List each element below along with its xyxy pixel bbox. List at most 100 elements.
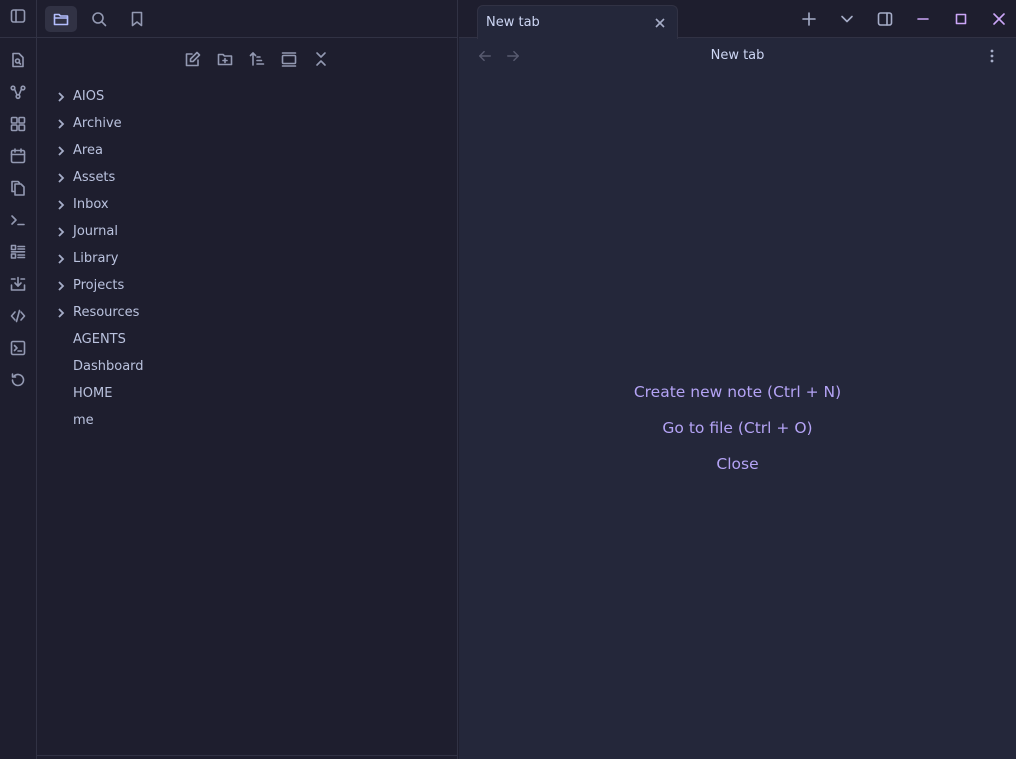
- tab-search[interactable]: [83, 6, 115, 32]
- canvas-icon: [10, 116, 26, 132]
- auto-reveal-button[interactable]: [277, 47, 301, 71]
- auto-reveal-icon: [281, 52, 297, 67]
- file-label: AGENTS: [73, 332, 126, 347]
- folder-label: Inbox: [73, 197, 109, 212]
- file-explorer-sidebar: AIOS Archive Area Assets Inbox Journal L…: [37, 0, 458, 759]
- file-tree: AIOS Archive Area Assets Inbox Journal L…: [37, 80, 457, 434]
- tab-bar: New tab: [459, 0, 1016, 39]
- minimize-button[interactable]: [906, 0, 940, 38]
- new-tab-button[interactable]: [792, 0, 826, 38]
- create-new-note-link[interactable]: Create new note (Ctrl + N): [634, 380, 841, 416]
- tab-bookmarks[interactable]: [121, 6, 153, 32]
- close-icon[interactable]: [653, 16, 667, 30]
- sort-icon: [249, 52, 265, 66]
- collapse-all-button[interactable]: [309, 47, 333, 71]
- file-explorer-actions: [37, 38, 457, 80]
- close-window-button[interactable]: [982, 0, 1016, 38]
- folder-item-aios[interactable]: AIOS: [37, 83, 457, 110]
- ribbon-top: [0, 0, 36, 38]
- collapse-all-icon: [316, 52, 326, 66]
- folder-item-area[interactable]: Area: [37, 137, 457, 164]
- folder-label: AIOS: [73, 89, 105, 104]
- console-icon: [10, 340, 26, 356]
- code-icon: [10, 309, 26, 323]
- maximize-button[interactable]: [944, 0, 978, 38]
- minimize-icon: [917, 18, 929, 20]
- chevron-right-icon: [58, 307, 65, 318]
- ribbon-graph-view-button[interactable]: [5, 79, 31, 105]
- ribbon-import-button[interactable]: [5, 271, 31, 297]
- folder-item-assets[interactable]: Assets: [37, 164, 457, 191]
- folder-label: Assets: [73, 170, 116, 185]
- close-icon: [993, 13, 1005, 25]
- close-tab-link[interactable]: Close: [716, 452, 758, 488]
- main-workspace: New tab New tab Create new note (Ctrl + …: [459, 0, 1016, 759]
- view-title: New tab: [710, 48, 765, 63]
- ribbon-list-button[interactable]: [5, 239, 31, 265]
- ribbon-command-button[interactable]: [5, 207, 31, 233]
- folder-item-journal[interactable]: Journal: [37, 218, 457, 245]
- bookmark-icon: [131, 11, 143, 26]
- tab-file-explorer[interactable]: [45, 5, 77, 32]
- file-item-agents[interactable]: AGENTS: [37, 326, 457, 353]
- sidebar-right-icon: [877, 12, 893, 26]
- more-options-button[interactable]: [984, 48, 1000, 64]
- history-icon: [11, 373, 25, 387]
- toggle-right-sidebar-button[interactable]: [868, 0, 902, 38]
- chevron-right-icon: [58, 226, 65, 237]
- terminal-prompt-icon: [11, 215, 25, 226]
- ribbon-copy-files-button[interactable]: [5, 175, 31, 201]
- folder-item-archive[interactable]: Archive: [37, 110, 457, 137]
- app-window: AIOS Archive Area Assets Inbox Journal L…: [0, 0, 1016, 759]
- sort-button[interactable]: [245, 47, 269, 71]
- chevron-down-icon: [841, 15, 853, 23]
- file-item-home[interactable]: HOME: [37, 380, 457, 407]
- sidebar-tab-header: [37, 0, 457, 38]
- plus-icon: [802, 12, 816, 26]
- graph-view-icon: [10, 85, 26, 100]
- new-folder-icon: [217, 53, 233, 66]
- view-header: New tab: [459, 38, 1016, 74]
- tab-list-button[interactable]: [830, 0, 864, 38]
- ribbon-history-button[interactable]: [5, 367, 31, 393]
- ribbon: [0, 0, 37, 759]
- chevron-right-icon: [58, 145, 65, 156]
- folder-item-library[interactable]: Library: [37, 245, 457, 272]
- more-vertical-icon: [990, 49, 994, 63]
- ribbon-calendar-button[interactable]: [5, 143, 31, 169]
- new-note-button[interactable]: [181, 47, 205, 71]
- folder-label: Library: [73, 251, 119, 266]
- folder-label: Area: [73, 143, 103, 158]
- tab-new-tab[interactable]: New tab: [477, 5, 678, 39]
- chevron-right-icon: [58, 118, 65, 129]
- folder-item-resources[interactable]: Resources: [37, 299, 457, 326]
- chevron-right-icon: [58, 280, 65, 291]
- ribbon-actions: [0, 38, 36, 399]
- tab-label: New tab: [486, 15, 540, 30]
- folder-item-projects[interactable]: Projects: [37, 272, 457, 299]
- copy-files-icon: [11, 180, 25, 196]
- new-folder-button[interactable]: [213, 47, 237, 71]
- file-label: Dashboard: [73, 359, 144, 374]
- file-item-me[interactable]: me: [37, 407, 457, 434]
- ribbon-canvas-button[interactable]: [5, 111, 31, 137]
- file-label: me: [73, 413, 94, 428]
- chevron-right-icon: [58, 253, 65, 264]
- toggle-sidebar-button[interactable]: [5, 3, 31, 29]
- folder-label: Journal: [73, 224, 118, 239]
- file-search-icon: [12, 52, 24, 68]
- search-icon: [92, 11, 107, 26]
- list-view-icon: [10, 244, 26, 259]
- ribbon-code-button[interactable]: [5, 303, 31, 329]
- file-item-dashboard[interactable]: Dashboard: [37, 353, 457, 380]
- maximize-icon: [955, 13, 967, 25]
- folder-item-inbox[interactable]: Inbox: [37, 191, 457, 218]
- folder-label: Resources: [73, 305, 140, 320]
- chevron-right-icon: [58, 172, 65, 183]
- window-controls: [788, 0, 1016, 38]
- folder-icon: [53, 13, 69, 25]
- file-label: HOME: [73, 386, 113, 401]
- go-to-file-link[interactable]: Go to file (Ctrl + O): [662, 416, 812, 452]
- ribbon-console-button[interactable]: [5, 335, 31, 361]
- ribbon-file-search-button[interactable]: [5, 47, 31, 73]
